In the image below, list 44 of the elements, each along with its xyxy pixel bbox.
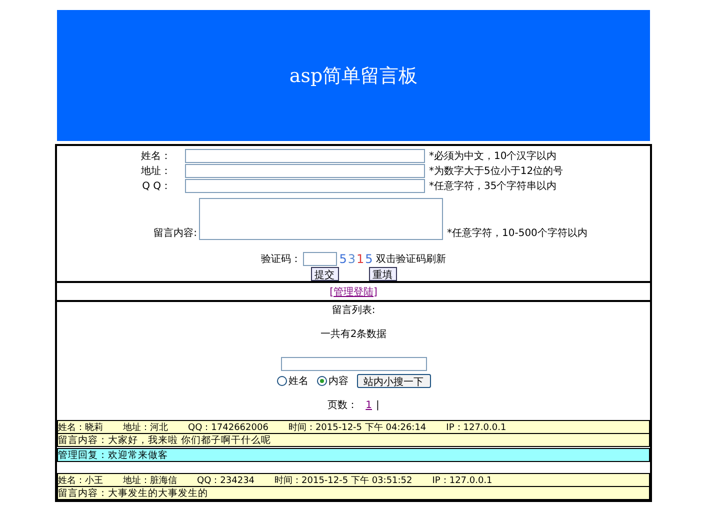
message-info: 地址：脏海信 (123, 474, 177, 486)
admin-reply: 管理回复：欢迎常来做客 (57, 448, 650, 462)
captcha-hint: 双击验证码刷新 (376, 252, 446, 266)
message-info: QQ：234234 (197, 474, 255, 486)
field-label: 姓名： (140, 150, 172, 162)
radio-label: 姓名 (288, 375, 308, 388)
radio-label: 内容 (328, 374, 348, 388)
captcha-label: 验证码： (261, 253, 302, 266)
message-content: 留言内容：大家好，我来啦 你们都子啊干什么呢 (57, 433, 650, 447)
record-count: 一共有2条数据 (320, 328, 387, 341)
message-info: 时间：2015-12-5 下午 03:51:52 (274, 474, 412, 486)
list-title: 留言列表: (332, 304, 376, 317)
field-label: Q Q： (141, 180, 172, 192)
captcha-image[interactable]: 5 3 1 5 (339, 252, 374, 266)
page-link[interactable]: 1 (366, 400, 372, 410)
field-label: 留言内容: (152, 226, 198, 240)
search-button[interactable]: 站内小搜一下 (356, 374, 430, 388)
message-info: 姓名：晓莉 (58, 422, 103, 434)
page-separator: | (376, 400, 380, 410)
message-info: 时间：2015-12-5 下午 04:26:14 (288, 422, 426, 434)
input-field[interactable] (185, 164, 425, 178)
field-hint: *任意字符，35个字符串以内 (429, 180, 557, 192)
message-content: 留言内容：大事发生的大事发生的 (57, 486, 650, 500)
message-info: QQ：1742662006 (188, 422, 268, 434)
pages-label: 页数： (328, 399, 358, 412)
radio-button[interactable] (276, 376, 286, 386)
input-field[interactable] (185, 148, 425, 162)
reset-button[interactable]: 重填 (368, 267, 396, 281)
message-textarea[interactable] (199, 198, 443, 240)
input-field[interactable] (185, 178, 425, 192)
message-info: IP：127.0.0.1 (446, 422, 506, 434)
field-hint: *任意字符，10-500个字符以内 (447, 226, 588, 240)
field-hint: *为数字大于5位小于12位的号 (429, 164, 564, 178)
page-title: asp简单留言板 (289, 64, 418, 88)
field-label: 地址： (140, 164, 172, 178)
admin-login-link[interactable]: [管理登陆] (330, 284, 378, 299)
search-field[interactable] (280, 357, 426, 371)
message-info: 姓名：小王 (58, 474, 103, 486)
submit-button[interactable]: 提交 (310, 267, 338, 281)
captcha-field[interactable] (303, 252, 338, 266)
message-info: 地址：河北 (123, 422, 168, 434)
message-info: IP：127.0.0.1 (432, 474, 492, 486)
radio-button[interactable] (316, 376, 326, 386)
field-hint: *必须为中文，10个汉字以内 (429, 150, 557, 162)
